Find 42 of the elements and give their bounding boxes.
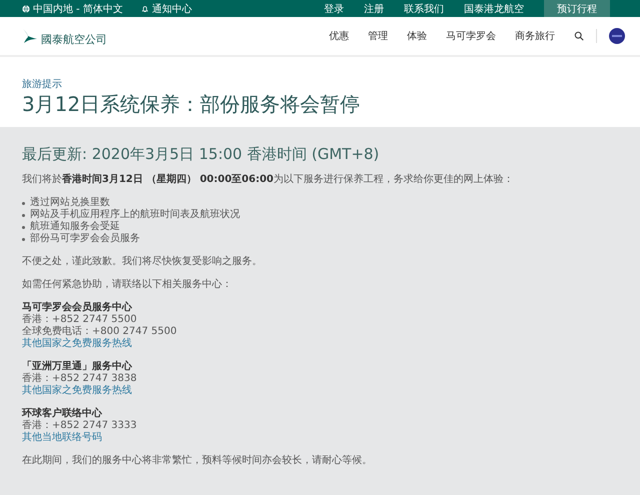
bullet-icon bbox=[22, 202, 25, 204]
phone-number: 香港：+852 2747 5500 bbox=[22, 314, 137, 326]
bullet-item: 航班通知服务会受延 bbox=[30, 221, 120, 232]
nav-item[interactable]: 马可孛罗会 bbox=[446, 29, 496, 43]
book-trip-button[interactable]: 预订行程 bbox=[544, 0, 610, 17]
bullet-icon bbox=[22, 214, 25, 216]
bell-icon bbox=[140, 4, 149, 12]
notification-link[interactable]: 通知中心 bbox=[140, 2, 192, 16]
nav-item[interactable]: 商务旅行 bbox=[515, 29, 555, 43]
top-link[interactable]: 联系我们 bbox=[404, 2, 444, 16]
phone-number: 全球免费电话：+800 2747 5500 bbox=[22, 326, 177, 338]
nav-item[interactable]: 优惠 bbox=[329, 29, 349, 43]
bullet-icon bbox=[22, 238, 25, 240]
hotline-link[interactable]: 其他国家之免费服务热线 bbox=[22, 385, 132, 397]
contact-center-name: 「亚洲万里通」服务中心 bbox=[22, 361, 132, 372]
closing-paragraph: 在此期间，我们的服务中心将非常繁忙，预料等候时间亦会较长，请耐心等候。 bbox=[22, 455, 373, 467]
paragraph: 不便之处，谨此致歉。我们将尽快恢复受影响之服务。 bbox=[22, 256, 263, 268]
page-title: 3月12日系统保养：部份服务将会暂停 bbox=[22, 92, 362, 116]
avatar-icon[interactable] bbox=[609, 28, 625, 44]
top-link[interactable]: 注册 bbox=[364, 2, 384, 16]
last-updated-heading: 最后更新: 2020年3月5日 15:00 香港时间 (GMT+8) bbox=[22, 144, 380, 164]
bullet-item: 透过网站兑换里数 bbox=[30, 197, 110, 208]
contact-center-name: 环球客户联络中心 bbox=[22, 408, 102, 420]
airline-logo-text[interactable]: 國泰航空公司 bbox=[41, 32, 107, 46]
bullet-item: 部份马可孛罗会会员服务 bbox=[30, 233, 140, 245]
region-selector[interactable]: 中国内地 - 简体中文 bbox=[22, 2, 123, 16]
nav-item[interactable]: 管理 bbox=[368, 29, 388, 43]
paragraph: 如需任何紧急协助，请联络以下相关服务中心： bbox=[22, 279, 233, 291]
bullet-icon bbox=[22, 226, 25, 228]
intro-paragraph: 我们将於香港时间3月12日 （星期四） 00:00至06:00为以下服务进行保养工程，务求给你更佳的网上体验： bbox=[22, 174, 514, 186]
contact-center-name: 马可孛罗会会员服务中心 bbox=[22, 302, 132, 314]
nav-item[interactable]: 体验 bbox=[407, 29, 427, 43]
top-link[interactable]: 国泰港龙航空 bbox=[464, 2, 524, 16]
search-icon[interactable] bbox=[574, 31, 584, 41]
phone-number: 香港：+852 2747 3333 bbox=[22, 420, 137, 432]
hotline-link[interactable]: 其他国家之免费服务热线 bbox=[22, 338, 132, 350]
top-link[interactable]: 登录 bbox=[324, 2, 344, 16]
hotline-link[interactable]: 其他当地联络号码 bbox=[22, 432, 102, 444]
phone-number: 香港：+852 2747 3838 bbox=[22, 373, 137, 384]
breadcrumb-link[interactable]: 旅游提示 bbox=[22, 79, 618, 91]
globe-icon bbox=[22, 4, 30, 12]
bullet-item: 网站及手机应用程序上的航班时间表及航班状况 bbox=[30, 209, 240, 220]
